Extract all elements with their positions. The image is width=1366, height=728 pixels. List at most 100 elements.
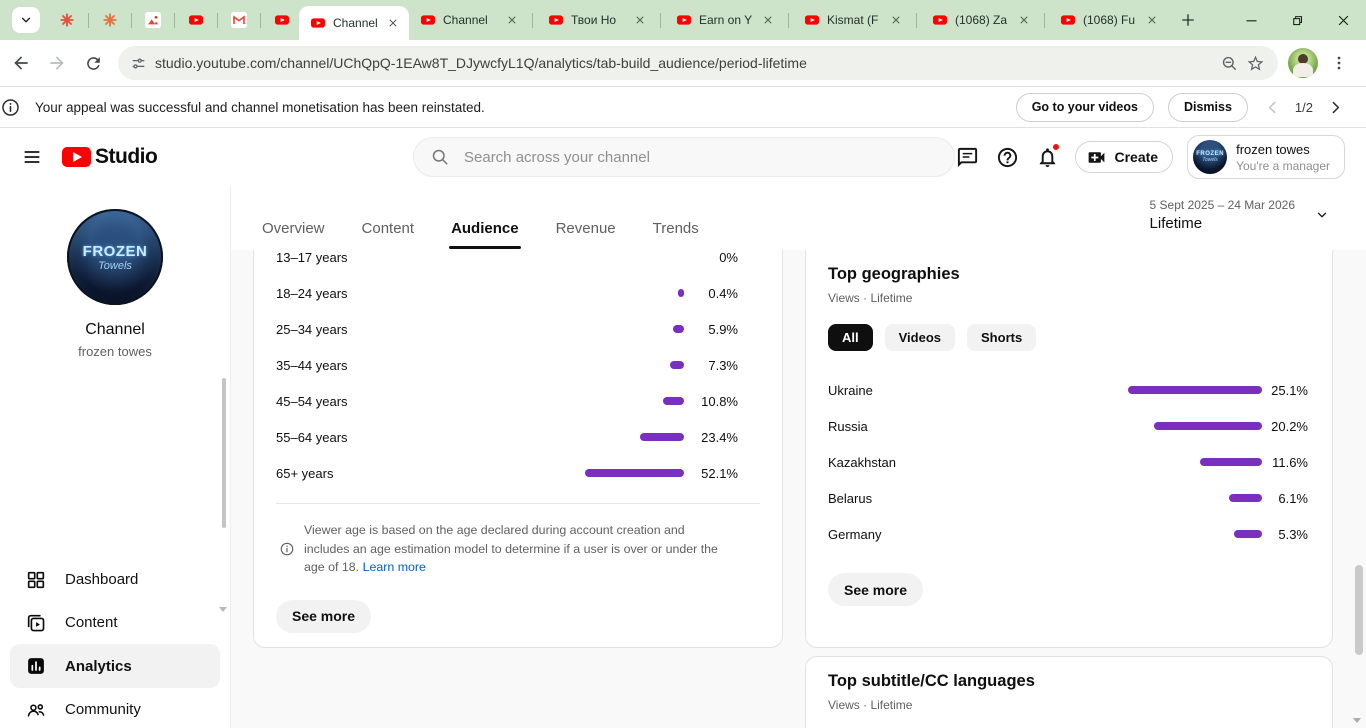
tab-audience[interactable]: Audience (449, 220, 521, 237)
tab-close-icon[interactable] (385, 15, 401, 31)
browser-tab[interactable]: Earn on Y (665, 4, 784, 36)
geo-see-more-button[interactable]: See more (828, 573, 923, 606)
tab-close-icon[interactable] (1144, 12, 1160, 28)
chart-bar-track (868, 408, 1262, 444)
site-info-icon[interactable] (130, 55, 147, 72)
chart-value-label: 7.3% (684, 358, 738, 373)
tab-search-button[interactable] (12, 7, 40, 33)
zoom-indicator-icon[interactable] (1216, 50, 1242, 76)
url-text[interactable]: studio.youtube.com/channel/UChQpQ-1EAw8T… (155, 55, 1216, 71)
chart-row: Belarus6.1% (806, 480, 1332, 516)
browser-tab[interactable]: Твои Но (537, 4, 656, 36)
sidebar-item-label: Content (65, 614, 118, 631)
account-name: frozen towes (1236, 142, 1330, 157)
tab-close-icon[interactable] (632, 12, 648, 28)
chart-row: Ukraine25.1% (806, 372, 1332, 408)
header-actions: Create FROZEN Towels frozen towes You're… (947, 128, 1345, 186)
hamburger-menu-icon[interactable] (12, 137, 52, 177)
top-geographies-card: Top geographies Views · Lifetime AllVide… (805, 250, 1333, 648)
age-footnote: Viewer age is based on the age declared … (279, 521, 760, 577)
chart-row: 45–54 years10.8% (254, 383, 782, 419)
browser-tab[interactable]: Kismat (F (793, 4, 912, 36)
go-to-videos-button[interactable]: Go to your videos (1016, 93, 1154, 122)
chip-videos[interactable]: Videos (885, 324, 955, 351)
date-range-selector[interactable]: 5 Sept 2025 – 24 Mar 2026 Lifetime (1150, 198, 1295, 232)
new-tab-button[interactable] (1174, 6, 1202, 34)
pinned-tab[interactable] (222, 4, 256, 36)
chevron-down-icon[interactable] (1315, 208, 1329, 222)
browser-tab[interactable]: Channel (409, 4, 528, 36)
bell-icon[interactable] (1027, 137, 1067, 177)
browser-profile-avatar[interactable] (1288, 48, 1318, 78)
search-input[interactable] (464, 149, 938, 166)
youtube-studio-logo[interactable]: Studio (62, 145, 157, 169)
sidebar-item-analytics[interactable]: Analytics (10, 644, 220, 688)
page-scrollbar[interactable] (1355, 565, 1363, 655)
search-icon (430, 147, 450, 167)
chart-category-label: Russia (828, 419, 868, 434)
help-icon[interactable] (987, 137, 1027, 177)
youtube-icon (188, 12, 204, 28)
pinned-tab[interactable] (93, 4, 127, 36)
page-scroll-down-icon[interactable] (1353, 718, 1361, 723)
comment-icon[interactable] (947, 137, 987, 177)
avatar-text: Towels (98, 260, 132, 272)
sidebar-scrollbar[interactable] (222, 378, 226, 528)
chart-value-label: 52.1% (684, 466, 738, 481)
chart-category-label: 13–17 years (276, 250, 348, 265)
tab-content[interactable]: Content (360, 220, 417, 237)
chevron-left-icon[interactable] (1264, 99, 1281, 116)
browser-tab[interactable]: (1068) Za (921, 4, 1040, 36)
chevron-right-icon[interactable] (1327, 99, 1344, 116)
pinned-tab[interactable] (179, 4, 213, 36)
bookmark-star-icon[interactable] (1242, 50, 1268, 76)
minimize-button[interactable] (1228, 0, 1274, 40)
chart-value-label: 6.1% (1262, 491, 1308, 506)
chart-bar-track (333, 455, 684, 491)
tab-close-icon[interactable] (760, 12, 776, 28)
viewer-age-chart: 13–17 years0%18–24 years0.4%25–34 years5… (254, 239, 782, 491)
browser-tab[interactable]: Channel (299, 6, 409, 40)
tab-overview[interactable]: Overview (260, 220, 327, 237)
sidebar-scroll-down-icon[interactable] (219, 607, 227, 612)
reload-button[interactable] (78, 48, 108, 78)
browser-tab-bar: ChannelChannel Твои Но Earn on Y Kismat (F (… (0, 0, 1366, 40)
back-button[interactable] (6, 48, 36, 78)
sidebar-item-dashboard[interactable]: Dashboard (0, 558, 230, 601)
period-text: Lifetime (1150, 215, 1295, 232)
chart-bar (1229, 494, 1262, 502)
tab-revenue[interactable]: Revenue (554, 220, 618, 237)
address-bar[interactable]: studio.youtube.com/channel/UChQpQ-1EAw8T… (118, 46, 1278, 80)
browser-tab[interactable]: (1068) Fu (1049, 4, 1168, 36)
pinned-tab[interactable] (136, 4, 170, 36)
tab-close-icon[interactable] (1016, 12, 1032, 28)
card-subtitle: Views · Lifetime (806, 284, 1332, 305)
learn-more-link[interactable]: Learn more (363, 560, 426, 574)
pinned-tab[interactable] (265, 4, 299, 36)
pinned-tab[interactable] (50, 4, 84, 36)
forward-button[interactable] (42, 48, 72, 78)
browser-menu-icon[interactable] (1324, 48, 1354, 78)
channel-avatar[interactable]: FROZEN Towels (67, 209, 163, 305)
age-see-more-button[interactable]: See more (276, 600, 371, 633)
sidebar-item-community[interactable]: Community (0, 688, 230, 728)
chart-value-label: 5.3% (1262, 527, 1308, 542)
community-icon (24, 699, 48, 721)
sidebar-item-content[interactable]: Content (0, 601, 230, 644)
sidebar-item-label: Community (65, 701, 141, 718)
chart-category-label: 65+ years (276, 466, 333, 481)
restore-button[interactable] (1274, 0, 1320, 40)
dismiss-button[interactable]: Dismiss (1168, 93, 1248, 122)
account-chip[interactable]: FROZEN Towels frozen towes You're a mana… (1187, 135, 1345, 179)
tab-close-icon[interactable] (888, 12, 904, 28)
brand-text: Studio (95, 145, 157, 169)
channel-search[interactable] (413, 137, 955, 177)
close-button[interactable] (1320, 0, 1366, 40)
chip-all[interactable]: All (828, 324, 873, 351)
create-button[interactable]: Create (1075, 141, 1173, 173)
chip-shorts[interactable]: Shorts (967, 324, 1036, 351)
tab-close-icon[interactable] (504, 12, 520, 28)
tab-separator (217, 13, 218, 28)
tab-trends[interactable]: Trends (651, 220, 701, 237)
tab-title: (1068) Za (955, 13, 1016, 27)
